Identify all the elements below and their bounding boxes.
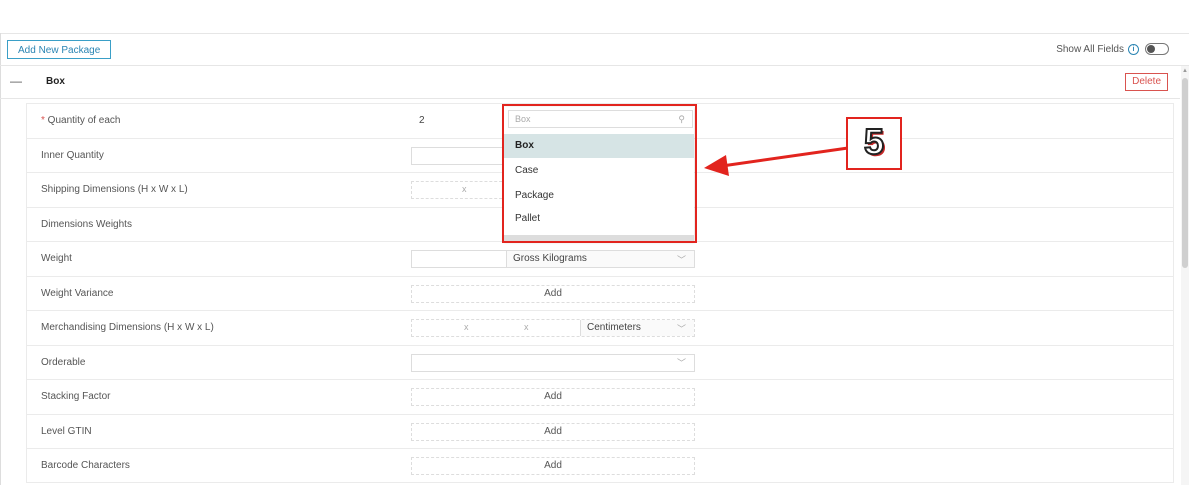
row-label: Barcode Characters bbox=[41, 460, 130, 471]
package-section-header: — Box Delete bbox=[0, 66, 1180, 99]
dropdown-search-input[interactable]: Box ⚲ bbox=[508, 110, 693, 128]
dropdown-scroll-edge bbox=[504, 235, 694, 241]
row-stacking-factor: Stacking Factor Add bbox=[26, 379, 1174, 414]
package-type-dropdown: Box ⚲ Box Case Package Pallet bbox=[504, 107, 694, 241]
weight-input[interactable]: Gross Kilograms ﹀ bbox=[411, 250, 695, 268]
row-label: Level GTIN bbox=[41, 425, 92, 437]
delete-button[interactable]: Delete bbox=[1125, 73, 1168, 91]
chevron-down-icon: ﹀ bbox=[676, 255, 686, 265]
collapse-icon[interactable]: — bbox=[10, 74, 22, 88]
callout-arrow-icon bbox=[704, 146, 849, 176]
dropdown-option-package[interactable]: Package bbox=[504, 184, 694, 208]
weight-variance-add[interactable]: Add bbox=[411, 284, 695, 303]
row-label: Orderable bbox=[41, 356, 86, 368]
package-title: Box bbox=[46, 76, 65, 87]
row-level-gtin: Level GTIN Add bbox=[26, 413, 1174, 448]
row-label: Dimensions Weights bbox=[41, 218, 132, 230]
dimension-separator: x bbox=[524, 322, 529, 332]
row-label: Shipping Dimensions (H x W x L) bbox=[41, 184, 188, 195]
required-mark: * bbox=[41, 115, 48, 126]
show-all-fields-label: Show All Fields bbox=[1056, 43, 1124, 55]
row-weight: Weight Gross Kilograms ﹀ bbox=[26, 241, 1174, 276]
merchandising-dimensions-input[interactable]: x x Centimeters ﹀ bbox=[411, 319, 695, 337]
row-barcode-characters: Barcode Characters Add bbox=[26, 448, 1174, 483]
row-orderable: Orderable ﹀ bbox=[26, 344, 1174, 379]
scroll-up-icon[interactable]: ▲ bbox=[1182, 68, 1188, 74]
step-callout: 5 bbox=[846, 117, 902, 170]
stacking-factor-add[interactable]: Add bbox=[411, 388, 695, 406]
row-label: Merchandising Dimensions (H x W x L) bbox=[41, 322, 214, 333]
row-weight-variance: Weight Variance Add bbox=[26, 275, 1174, 310]
row-label: * Quantity of each bbox=[41, 115, 121, 126]
dropdown-option-case[interactable]: Case bbox=[504, 159, 694, 183]
show-all-fields: Show All Fields i bbox=[1056, 43, 1169, 55]
orderable-select[interactable]: ﹀ bbox=[411, 353, 695, 372]
weight-unit-select[interactable]: Gross Kilograms ﹀ bbox=[506, 251, 694, 267]
add-new-package-button[interactable]: Add New Package bbox=[7, 40, 112, 59]
dropdown-option-box[interactable]: Box bbox=[504, 134, 694, 158]
barcode-characters-add[interactable]: Add bbox=[411, 457, 695, 475]
chevron-down-icon: ﹀ bbox=[676, 324, 686, 334]
scrollbar-thumb[interactable] bbox=[1182, 78, 1188, 268]
top-bar bbox=[0, 0, 1189, 34]
quantity-value[interactable]: 2 bbox=[419, 115, 425, 126]
shipping-dimensions-input[interactable]: x bbox=[411, 181, 507, 199]
chevron-down-icon: ﹀ bbox=[676, 357, 686, 368]
row-label: Weight bbox=[41, 253, 72, 264]
step-number: 5 bbox=[863, 120, 885, 163]
info-icon[interactable]: i bbox=[1128, 43, 1139, 55]
dropdown-option-pallet[interactable]: Pallet bbox=[504, 207, 694, 231]
show-all-fields-toggle[interactable] bbox=[1145, 43, 1169, 55]
dimension-unit-select[interactable]: Centimeters ﹀ bbox=[580, 320, 694, 336]
scrollbar[interactable]: ▲ bbox=[1181, 66, 1189, 485]
row-label: Weight Variance bbox=[41, 287, 114, 299]
dimension-separator: x bbox=[464, 322, 469, 332]
row-label: Stacking Factor bbox=[41, 391, 111, 402]
inner-quantity-input[interactable] bbox=[411, 146, 507, 165]
package-toolbar: Add New Package Show All Fields i bbox=[0, 34, 1189, 66]
row-merchandising-dimensions: Merchandising Dimensions (H x W x L) x x… bbox=[26, 310, 1174, 345]
left-border bbox=[0, 33, 1, 485]
level-gtin-add[interactable]: Add bbox=[411, 422, 695, 441]
search-icon: ⚲ bbox=[678, 114, 685, 124]
dimension-separator: x bbox=[462, 184, 467, 194]
row-label: Inner Quantity bbox=[41, 149, 104, 161]
